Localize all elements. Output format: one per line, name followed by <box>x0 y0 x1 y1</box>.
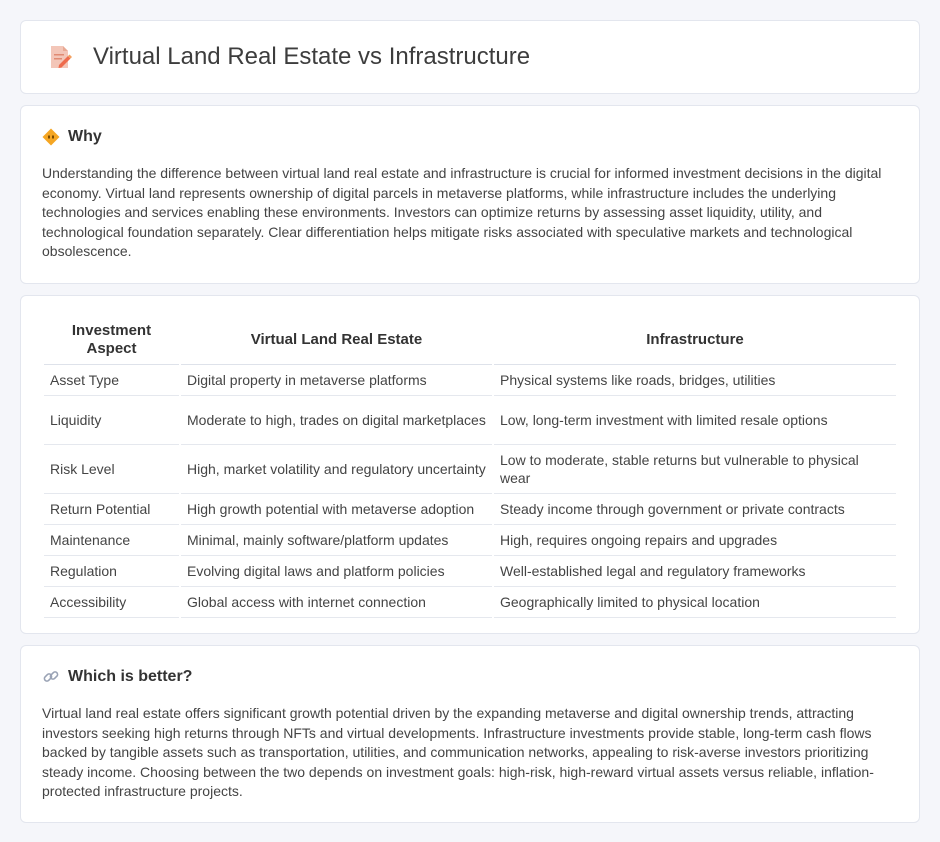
table-cell: Regulation <box>44 556 179 587</box>
table-cell: Liquidity <box>44 396 179 445</box>
comparison-table-card: Investment Aspect Virtual Land Real Esta… <box>20 295 920 634</box>
table-cell: Moderate to high, trades on digital mark… <box>181 396 492 445</box>
document-pencil-icon <box>51 46 72 68</box>
table-cell: Global access with internet connection <box>181 587 492 618</box>
column-header-aspect: Investment Aspect <box>44 316 179 365</box>
table-cell: Low, long-term investment with limited r… <box>494 396 896 445</box>
table-cell: Asset Type <box>44 365 179 396</box>
comparison-table: Investment Aspect Virtual Land Real Esta… <box>42 316 898 618</box>
page-title: Virtual Land Real Estate vs Infrastructu… <box>93 43 531 70</box>
column-header-virtual-land: Virtual Land Real Estate <box>181 316 492 365</box>
table-cell: Risk Level <box>44 445 179 494</box>
column-header-infrastructure: Infrastructure <box>494 316 896 365</box>
header-card: Virtual Land Real Estate vs Infrastructu… <box>20 20 920 94</box>
table-cell: Accessibility <box>44 587 179 618</box>
why-text: Understanding the difference between vir… <box>42 165 882 259</box>
table-row: Regulation Evolving digital laws and pla… <box>44 556 896 587</box>
which-is-better-section: Which is better? Virtual land real estat… <box>20 645 920 823</box>
table-cell: Digital property in metaverse platforms <box>181 365 492 396</box>
table-row: Return Potential High growth potential w… <box>44 494 896 525</box>
link-icon <box>43 671 59 682</box>
table-row: Liquidity Moderate to high, trades on di… <box>44 396 896 445</box>
better-text: Virtual land real estate offers signific… <box>42 705 874 799</box>
table-cell: Geographically limited to physical locat… <box>494 587 896 618</box>
diamond-sign-icon <box>42 128 60 146</box>
table-cell: Maintenance <box>44 525 179 556</box>
table-cell: Evolving digital laws and platform polic… <box>181 556 492 587</box>
table-row: Risk Level High, market volatility and r… <box>44 445 896 494</box>
better-title: Which is better? <box>68 668 193 685</box>
why-title: Why <box>68 128 102 145</box>
table-cell: Physical systems like roads, bridges, ut… <box>494 365 896 396</box>
table-cell: Return Potential <box>44 494 179 525</box>
table-cell: Steady income through government or priv… <box>494 494 896 525</box>
table-cell: Well-established legal and regulatory fr… <box>494 556 896 587</box>
table-cell: Minimal, mainly software/platform update… <box>181 525 492 556</box>
table-header-row: Investment Aspect Virtual Land Real Esta… <box>44 316 896 365</box>
table-cell: High, requires ongoing repairs and upgra… <box>494 525 896 556</box>
why-section: Why Understanding the difference between… <box>20 105 920 284</box>
table-cell: High growth potential with metaverse ado… <box>181 494 492 525</box>
table-row: Asset Type Digital property in metaverse… <box>44 365 896 396</box>
table-cell: High, market volatility and regulatory u… <box>181 445 492 494</box>
table-cell: Low to moderate, stable returns but vuln… <box>494 445 896 494</box>
table-row: Maintenance Minimal, mainly software/pla… <box>44 525 896 556</box>
table-row: Accessibility Global access with interne… <box>44 587 896 618</box>
